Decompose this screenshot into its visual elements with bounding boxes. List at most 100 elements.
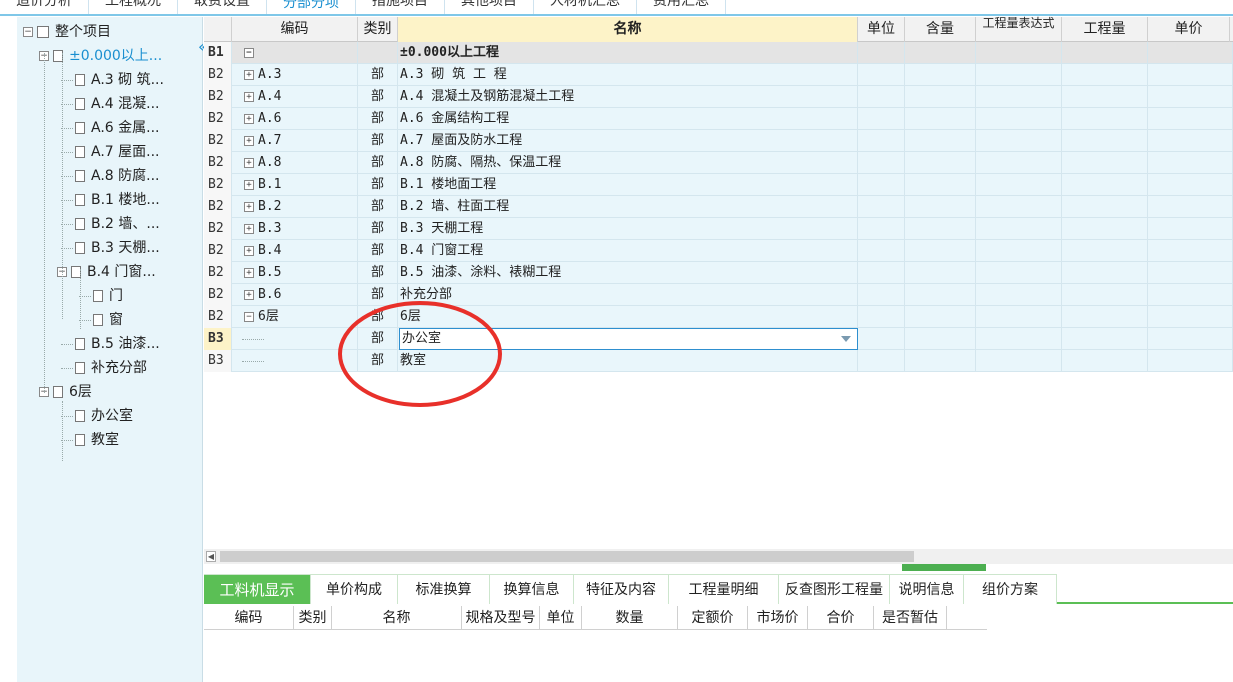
value-cell[interactable] xyxy=(1148,240,1233,262)
name-cell[interactable]: B.2 墙、柱面工程 xyxy=(398,196,858,218)
value-cell[interactable] xyxy=(1148,262,1233,284)
name-cell[interactable]: ±0.000以上工程 xyxy=(398,42,858,64)
value-cell[interactable] xyxy=(1148,306,1233,328)
resource-header-cell[interactable]: 名称 xyxy=(332,606,462,630)
panel-splitter[interactable] xyxy=(902,564,986,571)
top-tab[interactable]: 分部分项 xyxy=(267,0,356,14)
value-cell[interactable] xyxy=(905,86,976,108)
value-cell[interactable] xyxy=(976,64,1062,86)
top-tab[interactable]: 人材机汇总 xyxy=(534,0,637,14)
value-cell[interactable] xyxy=(858,174,905,196)
value-cell[interactable] xyxy=(858,262,905,284)
table-row[interactable]: B2 + B.4 部 B.4 门窗工程 xyxy=(204,240,1233,262)
value-cell[interactable] xyxy=(976,42,1062,64)
name-cell[interactable]: B.5 油漆、涂料、裱糊工程 xyxy=(398,262,858,284)
value-cell[interactable] xyxy=(1148,42,1233,64)
type-cell[interactable]: 部 xyxy=(358,306,398,328)
top-tab[interactable]: 工程概况 xyxy=(89,0,178,14)
value-cell[interactable] xyxy=(1148,328,1233,350)
row-level[interactable]: B2 xyxy=(204,64,232,86)
value-cell[interactable] xyxy=(1062,262,1148,284)
value-cell[interactable] xyxy=(1062,350,1148,372)
value-cell[interactable] xyxy=(905,152,976,174)
expand-icon[interactable]: + xyxy=(244,179,254,190)
table-row[interactable]: B2 + A.7 部 A.7 屋面及防水工程 xyxy=(204,130,1233,152)
value-cell[interactable] xyxy=(1062,108,1148,130)
type-cell[interactable]: 部 xyxy=(358,350,398,372)
row-level[interactable]: B1 xyxy=(204,42,232,64)
value-cell[interactable] xyxy=(905,42,976,64)
tree-item[interactable]: − ±0.000以上... xyxy=(39,44,162,68)
value-cell[interactable] xyxy=(858,306,905,328)
value-cell[interactable] xyxy=(1148,284,1233,306)
type-cell[interactable]: 部 xyxy=(358,174,398,196)
expand-icon[interactable]: − xyxy=(244,47,254,58)
value-cell[interactable] xyxy=(976,196,1062,218)
code-cell[interactable]: − xyxy=(232,42,358,64)
expand-icon[interactable]: + xyxy=(244,201,254,212)
dropdown-arrow-icon[interactable] xyxy=(841,336,851,342)
code-cell[interactable]: + A.3 xyxy=(232,64,358,86)
tree-item[interactable]: B.2 墙、... xyxy=(75,212,160,236)
expand-icon[interactable]: − xyxy=(244,311,254,322)
type-cell[interactable] xyxy=(358,42,398,64)
value-cell[interactable] xyxy=(976,306,1062,328)
bottom-tab[interactable]: 组价方案 xyxy=(964,574,1057,604)
tree-item[interactable]: B.5 油漆... xyxy=(75,332,160,356)
top-tab[interactable]: 其他项目 xyxy=(445,0,534,14)
row-level[interactable]: B2 xyxy=(204,284,232,306)
name-dropdown-editor[interactable]: 办公室 xyxy=(399,328,858,350)
value-cell[interactable] xyxy=(976,130,1062,152)
type-cell[interactable]: 部 xyxy=(358,218,398,240)
code-cell[interactable]: + B.6 xyxy=(232,284,358,306)
code-cell[interactable]: + B.2 xyxy=(232,196,358,218)
row-level[interactable]: B3 xyxy=(204,328,232,350)
value-cell[interactable] xyxy=(976,86,1062,108)
value-cell[interactable] xyxy=(858,284,905,306)
name-cell[interactable]: A.7 屋面及防水工程 xyxy=(398,130,858,152)
value-cell[interactable] xyxy=(1062,64,1148,86)
value-cell[interactable] xyxy=(1062,284,1148,306)
code-cell[interactable]: + A.6 xyxy=(232,108,358,130)
code-cell[interactable]: + B.4 xyxy=(232,240,358,262)
expand-icon[interactable]: + xyxy=(244,135,254,146)
expand-icon[interactable]: + xyxy=(244,289,254,300)
type-cell[interactable]: 部 xyxy=(358,152,398,174)
table-row[interactable]: B2 + B.1 部 B.1 楼地面工程 xyxy=(204,174,1233,196)
value-cell[interactable] xyxy=(905,108,976,130)
expand-icon[interactable]: + xyxy=(244,69,254,80)
value-cell[interactable] xyxy=(858,64,905,86)
header-code[interactable]: 编码 xyxy=(232,17,358,42)
type-cell[interactable]: 部 xyxy=(358,86,398,108)
row-level[interactable]: B3 xyxy=(204,350,232,372)
value-cell[interactable] xyxy=(1148,152,1233,174)
expand-icon[interactable]: + xyxy=(244,157,254,168)
value-cell[interactable] xyxy=(1062,174,1148,196)
row-level[interactable]: B2 xyxy=(204,108,232,130)
expand-icon[interactable]: + xyxy=(244,91,254,102)
expand-icon[interactable]: + xyxy=(244,113,254,124)
value-cell[interactable] xyxy=(976,218,1062,240)
header-price[interactable]: 单价 xyxy=(1148,17,1230,42)
table-row[interactable]: B1 − ±0.000以上工程 xyxy=(204,42,1233,64)
name-cell[interactable]: A.6 金属结构工程 xyxy=(398,108,858,130)
value-cell[interactable] xyxy=(905,174,976,196)
tree-item[interactable]: A.7 屋面... xyxy=(75,140,160,164)
top-tab[interactable]: 措施项目 xyxy=(356,0,445,14)
top-tab[interactable]: 费用汇总 xyxy=(637,0,726,14)
table-row[interactable]: B2 + B.6 部补充分部 xyxy=(204,284,1233,306)
value-cell[interactable] xyxy=(976,262,1062,284)
scroll-left-icon[interactable]: ◀ xyxy=(206,551,216,562)
resource-header-cell[interactable]: 编码 xyxy=(204,606,294,630)
name-cell[interactable]: B.1 楼地面工程 xyxy=(398,174,858,196)
tree-item[interactable]: A.3 砌 筑... xyxy=(75,68,164,92)
resource-header-cell[interactable]: 合价 xyxy=(808,606,874,630)
tree-item[interactable]: 教室 xyxy=(75,428,119,452)
value-cell[interactable] xyxy=(905,262,976,284)
value-cell[interactable] xyxy=(976,174,1062,196)
type-cell[interactable]: 部 xyxy=(358,328,398,350)
collapse-icon[interactable]: − xyxy=(23,27,33,37)
row-level[interactable]: B2 xyxy=(204,152,232,174)
value-cell[interactable] xyxy=(976,108,1062,130)
code-cell[interactable]: + B.3 xyxy=(232,218,358,240)
